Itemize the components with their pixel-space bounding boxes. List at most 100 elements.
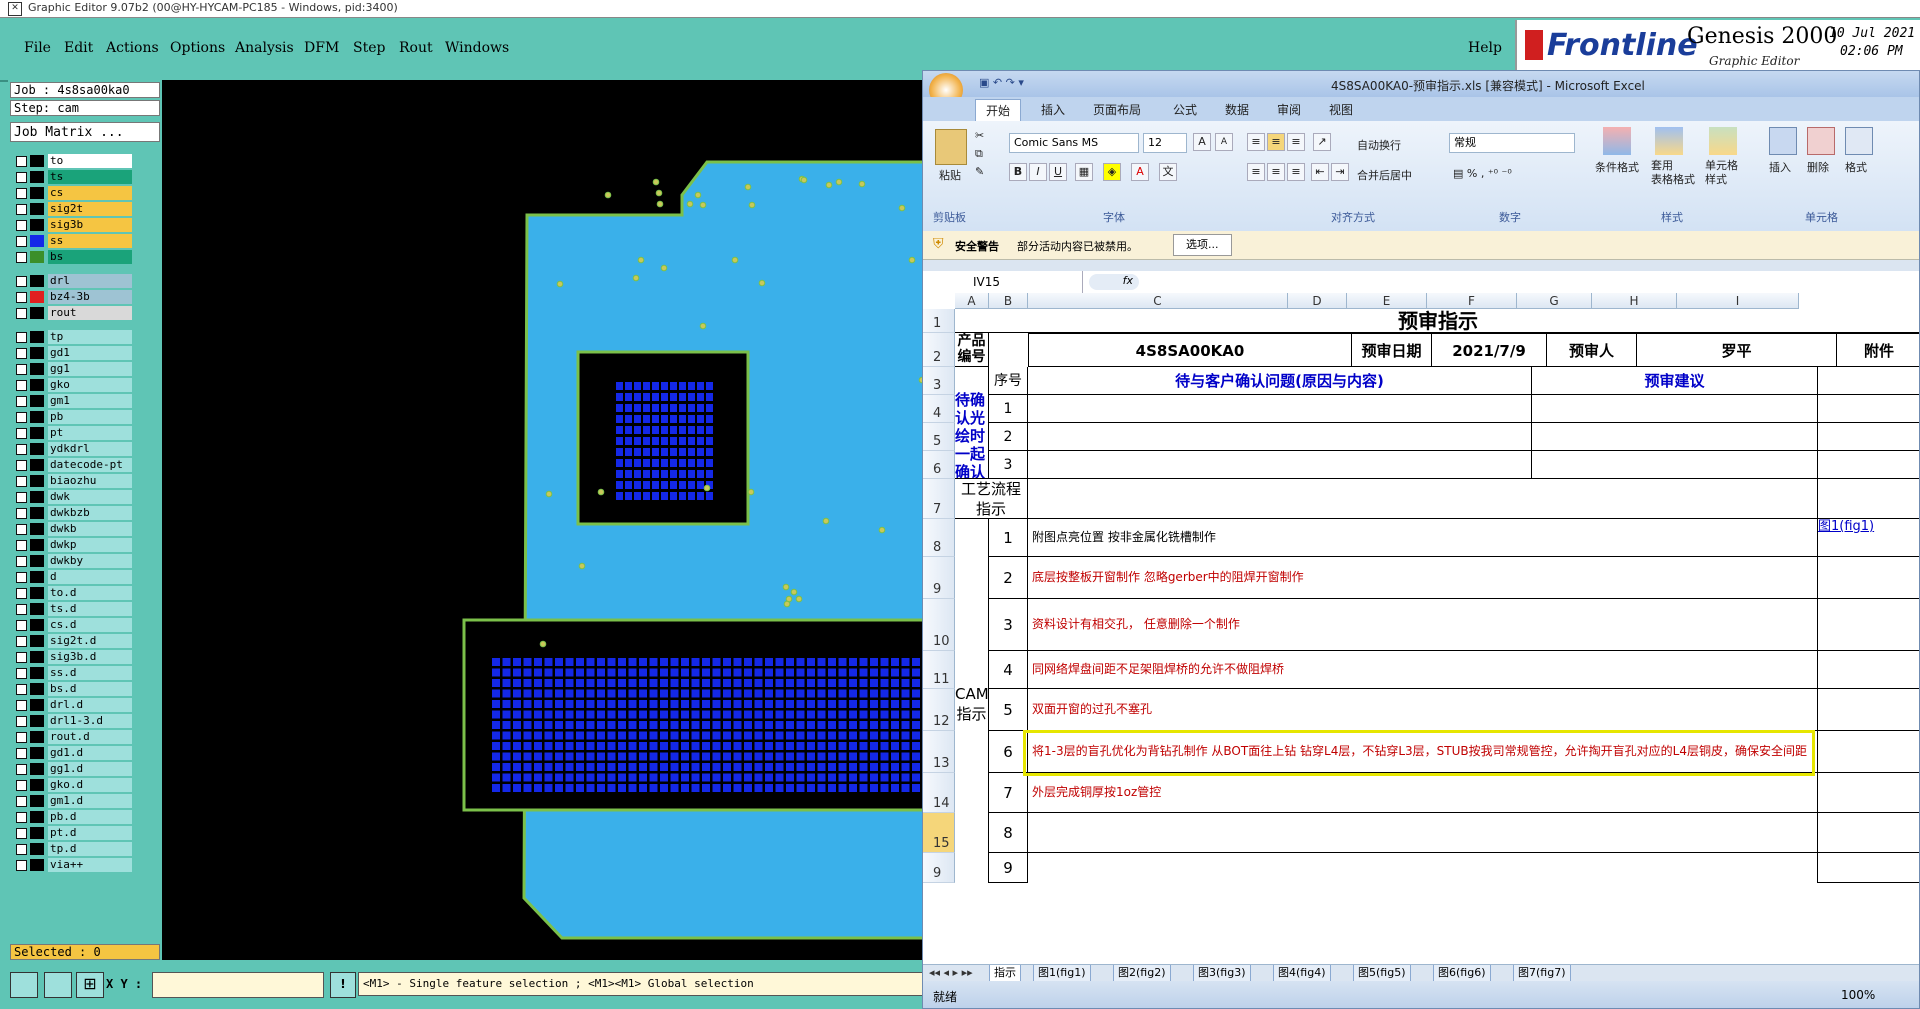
layer-name[interactable]: bs.d	[48, 682, 132, 696]
layer-checkbox[interactable]	[16, 524, 27, 535]
tab-view[interactable]: 视图	[1329, 101, 1353, 118]
cam-item-text[interactable]: 资料设计有相交孔， 任意删除一个制作	[1028, 599, 1818, 651]
fill-color-icon[interactable]: ◈	[1103, 163, 1121, 181]
menu-file[interactable]: File	[24, 40, 51, 56]
row-header[interactable]: 15	[923, 813, 955, 853]
fx-icon[interactable]: fx	[1089, 274, 1139, 290]
menu-dfm[interactable]: DFM	[304, 40, 339, 56]
column-header[interactable]: I	[1677, 293, 1799, 309]
layer-checkbox[interactable]	[16, 588, 27, 599]
align-center-icon[interactable]: ≡	[1267, 163, 1285, 181]
layer-checkbox[interactable]	[16, 204, 27, 215]
layer-name[interactable]: sig3b.d	[48, 650, 132, 664]
layer-name[interactable]: gm1	[48, 394, 132, 408]
format-button[interactable]: 格式	[1845, 159, 1867, 175]
menu-actions[interactable]: Actions	[106, 40, 159, 56]
tab-review[interactable]: 审阅	[1277, 101, 1301, 118]
layer-name[interactable]: pb	[48, 410, 132, 424]
layer-row[interactable]: pt.d	[12, 826, 132, 840]
layer-checkbox[interactable]	[16, 604, 27, 615]
increase-indent-icon[interactable]: ⇥	[1331, 163, 1349, 181]
job-matrix-button[interactable]: Job Matrix ...	[10, 122, 160, 142]
layer-row[interactable]: d	[12, 570, 132, 584]
confirm-suggest-cell[interactable]	[1532, 451, 1818, 479]
layer-checkbox[interactable]	[16, 380, 27, 391]
confirm-suggest-cell[interactable]	[1532, 423, 1818, 451]
layer-row[interactable]: ss.d	[12, 666, 132, 680]
cam-attach-cell[interactable]: 图1(fig1)	[1818, 519, 1919, 557]
layer-name[interactable]: gko.d	[48, 778, 132, 792]
layer-checkbox[interactable]	[16, 364, 27, 375]
layer-row[interactable]: pb	[12, 410, 132, 424]
layer-row[interactable]: ss	[12, 234, 132, 248]
align-middle-icon[interactable]: ≡	[1267, 133, 1285, 151]
layer-checkbox[interactable]	[16, 188, 27, 199]
security-options-button[interactable]: 选项...	[1173, 234, 1232, 256]
wrap-text-button[interactable]: 自动换行	[1357, 137, 1401, 153]
menu-options[interactable]: Options	[170, 40, 225, 56]
tool-measure-icon[interactable]	[44, 972, 72, 998]
row-header[interactable]: 10	[923, 599, 955, 651]
layer-name[interactable]: d	[48, 570, 132, 584]
layer-row[interactable]: drl	[12, 274, 132, 288]
confirm-attach-cell[interactable]	[1818, 395, 1919, 423]
layer-checkbox[interactable]	[16, 172, 27, 183]
layer-name[interactable]: dwkb	[48, 522, 132, 536]
alert-icon[interactable]: !	[330, 972, 356, 998]
layer-name[interactable]: cs.d	[48, 618, 132, 632]
layer-row[interactable]: gko	[12, 378, 132, 392]
column-header[interactable]: F	[1427, 293, 1517, 309]
layer-row[interactable]: pt	[12, 426, 132, 440]
row-header[interactable]: 3	[923, 367, 955, 395]
attach-label[interactable]: 附件	[1837, 333, 1919, 367]
layer-row[interactable]: tp.d	[12, 842, 132, 856]
review-date[interactable]: 2021/7/9	[1432, 333, 1547, 367]
confirm-row-no[interactable]: 2	[989, 423, 1028, 451]
cut-icon[interactable]: ✂	[975, 129, 984, 142]
layer-name[interactable]: datecode-pt	[48, 458, 132, 472]
layer-name[interactable]: tp.d	[48, 842, 132, 856]
confirm-row-no[interactable]: 1	[989, 395, 1028, 423]
layer-row[interactable]: ts.d	[12, 602, 132, 616]
cam-attach-cell[interactable]	[1818, 599, 1919, 651]
layer-name[interactable]: dwkby	[48, 554, 132, 568]
process-label[interactable]: 工艺流程指示	[955, 479, 1028, 519]
layer-checkbox[interactable]	[16, 572, 27, 583]
layer-checkbox[interactable]	[16, 764, 27, 775]
cam-item-text[interactable]: 外层完成铜厚按1oz管控	[1028, 773, 1818, 813]
layer-checkbox[interactable]	[16, 236, 27, 247]
reviewer-label[interactable]: 预审人	[1547, 333, 1637, 367]
layer-name[interactable]: drl1-3.d	[48, 714, 132, 728]
cam-attach-cell[interactable]	[1818, 557, 1919, 599]
align-top-icon[interactable]: ≡	[1247, 133, 1265, 151]
cam-item-no[interactable]: 5	[989, 689, 1028, 731]
layer-name[interactable]: to	[48, 154, 132, 168]
cond-format-icon[interactable]	[1603, 127, 1631, 155]
tab-home[interactable]: 开始	[975, 99, 1022, 121]
layer-row[interactable]: gd1.d	[12, 746, 132, 760]
layer-checkbox[interactable]	[16, 156, 27, 167]
cam-item-no[interactable]: 7	[989, 773, 1028, 813]
grow-font-icon[interactable]: A	[1193, 133, 1211, 151]
column-header[interactable]: A	[955, 293, 989, 309]
row-header[interactable]: 14	[923, 773, 955, 813]
cam-item-no[interactable]: 2	[989, 557, 1028, 599]
layer-row[interactable]: dwkby	[12, 554, 132, 568]
layer-row[interactable]: sig2t.d	[12, 634, 132, 648]
grid-icon[interactable]: ⊞	[76, 972, 104, 998]
tab-data[interactable]: 数据	[1225, 101, 1249, 118]
formula-input[interactable]	[1151, 271, 1919, 293]
layer-checkbox[interactable]	[16, 396, 27, 407]
cam-attach-cell[interactable]	[1818, 651, 1919, 689]
layer-name[interactable]: to.d	[48, 586, 132, 600]
layer-checkbox[interactable]	[16, 412, 27, 423]
row-header[interactable]: 6	[923, 451, 955, 479]
confirm-row-no[interactable]: 3	[989, 451, 1028, 479]
layer-row[interactable]: dwkp	[12, 538, 132, 552]
cam-attach-cell[interactable]	[1818, 689, 1919, 731]
layer-row[interactable]: gd1	[12, 346, 132, 360]
bold-icon[interactable]: B	[1009, 163, 1027, 181]
cam-item-text[interactable]: 附图点亮位置 按非金属化铣槽制作	[1028, 519, 1818, 557]
layer-row[interactable]: rout	[12, 306, 132, 320]
layer-row[interactable]: gg1	[12, 362, 132, 376]
